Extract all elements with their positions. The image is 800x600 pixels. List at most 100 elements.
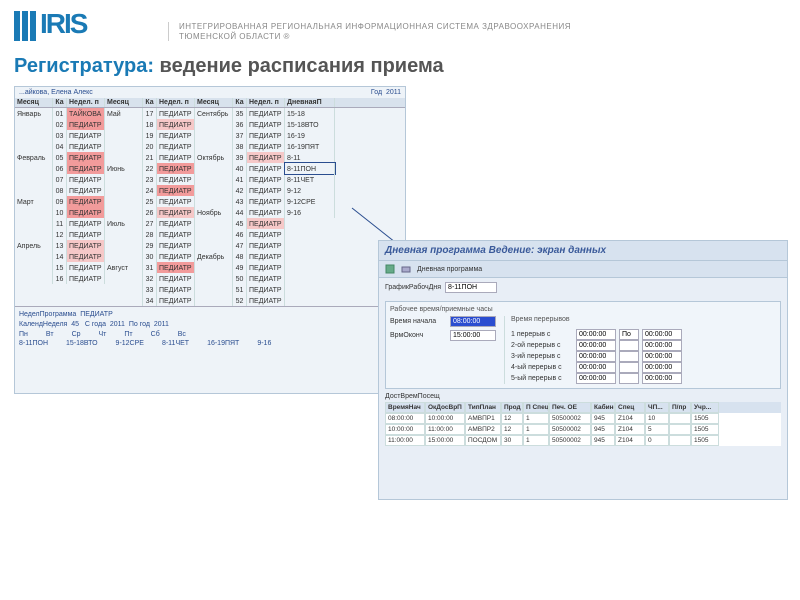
daily-program[interactable]: 9-16: [285, 207, 335, 218]
week-program[interactable]: ПЕДИАТР: [157, 196, 195, 207]
visit-row[interactable]: 11:00:0015:00:00ПОСДОМ30150500002945Z104…: [385, 435, 781, 446]
week-program[interactable]: ПЕДИАТР: [67, 240, 105, 251]
week-program[interactable]: ПЕДИАТР: [157, 240, 195, 251]
break-to[interactable]: [642, 362, 682, 373]
panel-title: Дневная программа Ведение: экран данных: [379, 241, 787, 261]
daily-program[interactable]: 9-12СРЕ: [285, 196, 335, 207]
week-program[interactable]: ПЕДИАТР: [247, 141, 285, 152]
week-program[interactable]: ПЕДИАТР: [247, 174, 285, 185]
daily-program[interactable]: 16-19: [285, 130, 335, 141]
week-program[interactable]: ПЕДИАТР: [247, 119, 285, 130]
visit-row[interactable]: 10:00:0011:00:00АМВПР212150500002945Z104…: [385, 424, 781, 435]
week-program[interactable]: ПЕДИАТР: [247, 163, 285, 174]
week-num: 09: [53, 196, 67, 207]
end-input[interactable]: [450, 330, 496, 341]
week-program[interactable]: ПЕДИАТР: [247, 218, 285, 229]
week-program[interactable]: ПЕДИАТР: [247, 284, 285, 295]
break-day[interactable]: [619, 329, 639, 340]
break-to[interactable]: [642, 351, 682, 362]
daily-program[interactable]: 8-11ЧЕТ: [285, 174, 335, 185]
month-cell: [105, 284, 143, 295]
start-input[interactable]: [450, 316, 496, 327]
week-program[interactable]: ПЕДИАТР: [67, 119, 105, 130]
daily-program[interactable]: 15-18ВТО: [285, 119, 335, 130]
week-program[interactable]: ПЕДИАТР: [157, 108, 195, 119]
visit-row[interactable]: 08:00:0010:00:00АМВПР112150500002945Z104…: [385, 413, 781, 424]
break-from[interactable]: [576, 340, 616, 351]
week-num: 23: [143, 174, 157, 185]
save-icon[interactable]: [385, 264, 395, 274]
week-program[interactable]: ПЕДИАТР: [157, 218, 195, 229]
week-program[interactable]: ПЕДИАТР: [67, 152, 105, 163]
week-program[interactable]: ПЕДИАТР: [67, 273, 105, 284]
break-from[interactable]: [576, 362, 616, 373]
week-num: 35: [233, 108, 247, 119]
week-program[interactable]: ПЕДИАТР: [157, 163, 195, 174]
break-to[interactable]: [642, 340, 682, 351]
week-program[interactable]: ПЕДИАТР: [67, 141, 105, 152]
week-program[interactable]: ПЕДИАТР: [247, 108, 285, 119]
week-program[interactable]: ПЕДИАТР: [157, 262, 195, 273]
week-program[interactable]: ПЕДИАТР: [67, 229, 105, 240]
week-program[interactable]: ПЕДИАТР: [157, 130, 195, 141]
week-program[interactable]: ПЕДИАТР: [247, 196, 285, 207]
week-program[interactable]: ПЕДИАТР: [67, 251, 105, 262]
week-program[interactable]: ПЕДИАТР: [157, 295, 195, 306]
daily-program[interactable]: 8-11: [285, 152, 335, 163]
week-program[interactable]: ПЕДИАТР: [247, 251, 285, 262]
week-program[interactable]: ПЕДИАТР: [67, 174, 105, 185]
break-from[interactable]: [576, 351, 616, 362]
week-num: 17: [143, 108, 157, 119]
break-to[interactable]: [642, 329, 682, 340]
break-day[interactable]: [619, 373, 639, 384]
week-program[interactable]: ПЕДИАТР: [247, 262, 285, 273]
week-num: 16: [53, 273, 67, 284]
week-program[interactable]: ПЕДИАТР: [247, 273, 285, 284]
break-from[interactable]: [576, 373, 616, 384]
break-to[interactable]: [642, 373, 682, 384]
daily-program[interactable]: 8-11ПОН: [285, 163, 335, 174]
daily-program[interactable]: 9-12: [285, 185, 335, 196]
daily-program[interactable]: 16-19ПЯТ: [285, 141, 335, 152]
month-cell: [15, 251, 53, 262]
break-day[interactable]: [619, 362, 639, 373]
week-program[interactable]: ТАЙКОВА: [67, 108, 105, 119]
week-program[interactable]: ПЕДИАТР: [157, 185, 195, 196]
week-program[interactable]: ПЕДИАТР: [67, 130, 105, 141]
week-program[interactable]: ПЕДИАТР: [67, 207, 105, 218]
week-program[interactable]: ПЕДИАТР: [67, 163, 105, 174]
daily-program[interactable]: 15-18: [285, 108, 335, 119]
print-icon[interactable]: [401, 264, 411, 274]
break-from[interactable]: [576, 329, 616, 340]
week-num: 46: [233, 229, 247, 240]
graphic-input[interactable]: [445, 282, 497, 293]
week-program[interactable]: ПЕДИАТР: [157, 229, 195, 240]
week-program[interactable]: ПЕДИАТР: [247, 240, 285, 251]
week-program[interactable]: ПЕДИАТР: [67, 196, 105, 207]
month-cell: [105, 130, 143, 141]
break-day[interactable]: [619, 351, 639, 362]
week-program[interactable]: ПЕДИАТР: [247, 207, 285, 218]
week-program[interactable]: ПЕДИАТР: [67, 185, 105, 196]
week-program[interactable]: ПЕДИАТР: [247, 229, 285, 240]
week-program[interactable]: ПЕДИАТР: [157, 251, 195, 262]
week-num: 15: [53, 262, 67, 273]
week-program[interactable]: ПЕДИАТР: [67, 262, 105, 273]
week-program[interactable]: ПЕДИАТР: [157, 174, 195, 185]
week-num: 41: [233, 174, 247, 185]
week-program[interactable]: ПЕДИАТР: [247, 185, 285, 196]
week-program[interactable]: ПЕДИАТР: [247, 130, 285, 141]
month-cell: [15, 130, 53, 141]
week-program[interactable]: ПЕДИАТР: [157, 284, 195, 295]
week-program[interactable]: ПЕДИАТР: [157, 119, 195, 130]
week-program[interactable]: ПЕДИАТР: [157, 152, 195, 163]
week-program[interactable]: ПЕДИАТР: [247, 152, 285, 163]
week-program[interactable]: ПЕДИАТР: [67, 218, 105, 229]
week-program[interactable]: ПЕДИАТР: [157, 207, 195, 218]
week-program[interactable]: ПЕДИАТР: [157, 141, 195, 152]
week-program[interactable]: ПЕДИАТР: [247, 295, 285, 306]
week-program[interactable]: ПЕДИАТР: [157, 273, 195, 284]
break-day[interactable]: [619, 340, 639, 351]
month-cell: [105, 273, 143, 284]
month-cell: [195, 130, 233, 141]
